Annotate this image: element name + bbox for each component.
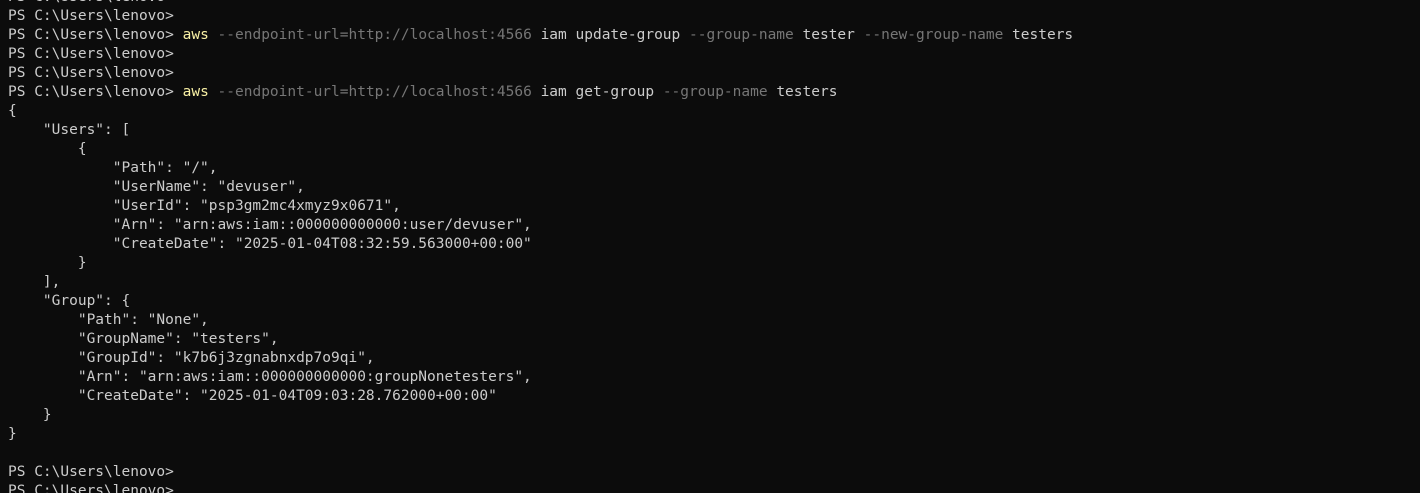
- output-line: "Users": [: [8, 122, 131, 138]
- command-arg: testers: [776, 84, 838, 100]
- output-line: "GroupId": "k7b6j3zgnabnxdp7o9qi",: [8, 350, 375, 366]
- prompt: PS C:\Users\lenovo>: [8, 8, 183, 24]
- command-exe: aws: [182, 84, 209, 100]
- output-line: "Arn": "arn:aws:iam::000000000000:user/d…: [8, 217, 532, 233]
- prompt-line: PS C:\Users\lenovo>: [8, 64, 1073, 83]
- command-arg: update-group: [575, 27, 681, 43]
- command-arg: iam: [540, 27, 567, 43]
- prompt: PS C:\Users\lenovo>: [8, 483, 183, 493]
- terminal-output: PS C:\Users\lenovo> PS C:\Users\lenovo> …: [8, 0, 1073, 493]
- command-param: --group-name: [689, 27, 794, 43]
- command-arg: get-group: [575, 84, 655, 100]
- output-line: "Group": {: [8, 293, 131, 309]
- command-arg: testers: [1012, 27, 1074, 43]
- output-line: "Path": "None",: [8, 312, 209, 328]
- prompt-line: PS C:\Users\lenovo>: [8, 463, 1073, 482]
- command-arg: tester: [802, 27, 855, 43]
- command-exe: aws: [182, 27, 209, 43]
- prompt-line: PS C:\Users\lenovo>: [8, 45, 1073, 64]
- command-param: --endpoint-url=http://localhost:4566: [217, 84, 532, 100]
- command-line-update-group: PS C:\Users\lenovo> aws --endpoint-url=h…: [8, 26, 1073, 45]
- output-line: "UserName": "devuser",: [8, 179, 305, 195]
- prompt: PS C:\Users\lenovo>: [8, 464, 183, 480]
- command-param: --group-name: [662, 84, 768, 100]
- command-param: --new-group-name: [863, 27, 1004, 43]
- output-line: "GroupName": "testers",: [8, 331, 279, 347]
- command-arg: iam: [540, 84, 567, 100]
- prompt: PS C:\Users\lenovo>: [8, 84, 183, 100]
- output-line: "CreateDate": "2025-01-04T08:32:59.56300…: [8, 236, 532, 252]
- prompt-line: PS C:\Users\lenovo>: [8, 482, 1073, 493]
- prompt: PS C:\Users\lenovo>: [8, 65, 183, 81]
- prompt-line: PS C:\Users\lenovo>: [8, 7, 1073, 26]
- output-line: }: [8, 426, 17, 442]
- output-line: "CreateDate": "2025-01-04T09:03:28.76200…: [8, 388, 497, 404]
- output-line: }: [8, 407, 52, 423]
- output-line: "Path": "/",: [8, 160, 218, 176]
- prompt: PS C:\Users\lenovo>: [8, 27, 183, 43]
- output-line: {: [8, 103, 17, 119]
- prompt: PS C:\Users\lenovo>: [8, 0, 183, 5]
- terminal-window[interactable]: PS C:\Users\lenovo> PS C:\Users\lenovo> …: [0, 0, 1420, 493]
- output-line: "Arn": "arn:aws:iam::000000000000:groupN…: [8, 369, 532, 385]
- output-line: }: [8, 255, 87, 271]
- prompt: PS C:\Users\lenovo>: [8, 46, 183, 62]
- output-line: "UserId": "psp3gm2mc4xmyz9x0671",: [8, 198, 401, 214]
- command-line-get-group: PS C:\Users\lenovo> aws --endpoint-url=h…: [8, 83, 1073, 102]
- command-param: --endpoint-url=http://localhost:4566: [217, 27, 532, 43]
- output-line: ],: [8, 274, 61, 290]
- output-line: {: [8, 141, 87, 157]
- prompt-line: PS C:\Users\lenovo>: [8, 0, 1073, 7]
